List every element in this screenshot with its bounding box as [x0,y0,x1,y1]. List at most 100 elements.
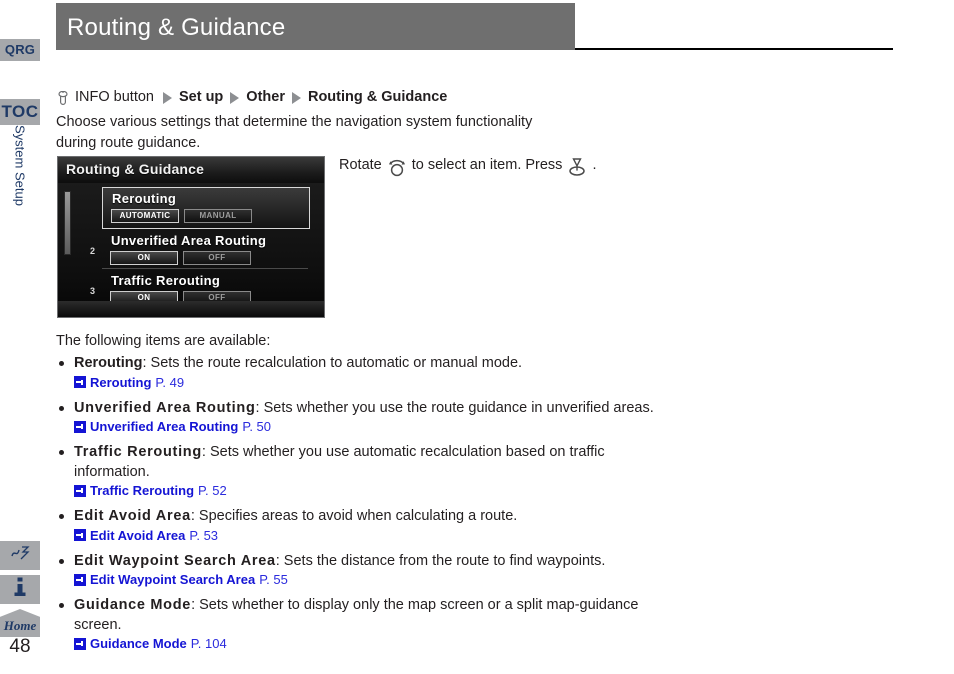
list-item: Edit Avoid Area: Specifies areas to avoi… [56,507,656,543]
jump-arrow-icon [74,637,86,650]
sidebar-tab-toc[interactable]: TOC [0,99,40,125]
cross-reference-page: P. 49 [155,374,185,390]
knob-rotate-icon [386,157,408,177]
list-item-text: Guidance Mode: Sets whether to display o… [74,596,656,635]
list-item: Unverified Area Routing: Sets whether yo… [56,399,656,434]
page-title-bar: Routing & Guidance [56,3,575,50]
list-item-term: Rerouting [74,355,143,371]
cross-reference-link[interactable]: Guidance Mode P. 104 [74,636,656,651]
rotate-hint-part2: to select an item. Press [411,157,563,173]
rotate-hint-part3: . [592,157,597,173]
intro-paragraph: Choose various settings that determine t… [56,114,533,151]
list-intro: The following items are available: [56,333,271,349]
nav-scrollbar[interactable] [64,191,71,255]
cross-reference-link[interactable]: Unverified Area Routing P. 50 [74,419,656,434]
voice-command-icon [9,544,31,567]
nav-toggle-button[interactable]: OFF [183,251,251,265]
list-item-text: Traffic Rerouting: Sets whether you use … [74,443,656,482]
cross-reference-link[interactable]: Rerouting P. 49 [74,375,656,390]
breadcrumb: INFO button Set up Other Routing & Guida… [56,89,447,105]
nav-toggle-group: AUTOMATIC MANUAL [111,209,252,223]
list-item-description: : Sets the route recalculation to automa… [142,355,523,371]
sidebar-tab-toc-label: TOC [1,102,39,121]
nav-list-item[interactable]: Rerouting AUTOMATIC MANUAL [102,187,310,229]
cross-reference-label: Edit Avoid Area [90,527,186,543]
cross-reference-label: Rerouting [90,374,152,390]
cross-reference-link[interactable]: Edit Waypoint Search Area P. 55 [74,572,656,587]
list-item: Edit Waypoint Search Area: Sets the dist… [56,552,656,587]
sidebar-tab-home[interactable]: Home [0,609,40,637]
bullet-icon [59,558,64,564]
nav-screen-footer [58,301,324,317]
cross-reference-link[interactable]: Traffic Rerouting P. 52 [74,483,656,498]
bullet-icon [59,361,64,366]
sidebar-tab-qrg[interactable]: QRG [0,39,40,61]
section-label-vertical: System Setup [0,125,40,235]
knob-press-icon [566,157,588,177]
page-title: Routing & Guidance [67,14,286,41]
list-item-text: Edit Waypoint Search Area: Sets the dist… [74,552,656,572]
cross-reference-page: P. 55 [259,572,288,587]
jump-arrow-icon [74,484,86,497]
list-item: Traffic Rerouting: Sets whether you use … [56,443,656,498]
nav-toggle-button[interactable]: MANUAL [184,209,252,223]
bullet-icon [59,450,64,455]
navigation-screenshot: Routing & Guidance Rerouting AUTOMATIC M… [57,156,325,318]
breadcrumb-item-info-button[interactable]: INFO button [75,89,154,105]
nav-toggle-button[interactable]: ON [110,251,178,265]
home-icon: Home [0,609,40,637]
cross-reference-label: Traffic Rerouting [90,483,195,498]
list-item-text: Edit Avoid Area: Specifies areas to avoi… [74,507,656,527]
rotate-press-instruction: Rotate to select an item. Press . [339,155,597,177]
list-item-term: Traffic Rerouting [74,444,202,460]
jump-arrow-icon [74,573,86,586]
title-rule [575,48,893,50]
nav-screen-title: Routing & Guidance [66,161,205,177]
cross-reference-label: Edit Waypoint Search Area [90,572,256,587]
list-item-term: Guidance Mode [74,597,192,613]
nav-row-label: Traffic Rerouting [111,273,221,288]
nav-row-number: 2 [90,246,96,256]
sidebar-tab-voice-command[interactable] [0,541,40,570]
list-item-term: Unverified Area Routing [74,399,256,416]
nav-screen-header: Routing & Guidance [58,157,324,183]
list-item: Guidance Mode: Sets whether to display o… [56,596,656,651]
sidebar-tab-home-label: Home [3,618,37,633]
list-item-term: Edit Avoid Area [74,508,191,524]
sidebar-tab-information[interactable] [0,575,40,604]
bullet-icon [59,603,64,608]
jump-arrow-icon [74,376,86,388]
nav-screen-body: Rerouting AUTOMATIC MANUAL 2 Unverified … [58,183,324,317]
page-number: 48 [9,636,31,657]
nav-row-number: 3 [90,286,96,296]
nav-toggle-group: ON OFF [110,251,251,265]
cross-reference-page: P. 104 [190,636,227,651]
sidebar: QRG TOC System Setup Home 48 [0,0,42,674]
chevron-right-icon [230,92,240,104]
cross-reference-page: P. 52 [198,483,227,498]
cross-reference-link[interactable]: Edit Avoid Area P. 53 [74,528,656,543]
jump-arrow-icon [74,529,86,541]
breadcrumb-item-other[interactable]: Other [246,89,285,105]
cross-reference-page: P. 50 [242,419,272,434]
breadcrumb-item-routing-guidance[interactable]: Routing & Guidance [308,89,447,105]
sidebar-tab-qrg-label: QRG [4,42,36,57]
bullet-icon [59,405,64,411]
list-item-term: Edit Waypoint Search Area [74,552,276,569]
section-label-text: System Setup [12,125,28,206]
nav-toggle-button[interactable]: AUTOMATIC [111,209,179,223]
list-item-text: Rerouting: Sets the route recalculation … [74,354,656,374]
cross-reference-label: Guidance Mode [90,636,187,651]
jump-arrow-icon [74,420,86,433]
rotate-hint-part1: Rotate [339,157,382,173]
cross-reference-label: Unverified Area Routing [90,419,239,434]
bullet-icon [59,514,64,519]
nav-list-item[interactable]: 2 Unverified Area Routing ON OFF [90,230,308,269]
list-item: Rerouting: Sets the route recalculation … [56,354,656,390]
list-item-text: Unverified Area Routing: Sets whether yo… [74,399,656,419]
list-item-description: : Sets the distance from the route to fi… [275,552,606,569]
list-item-description: : Specifies areas to avoid when calculat… [190,508,518,524]
information-icon [13,577,27,602]
breadcrumb-item-set-up[interactable]: Set up [179,89,223,105]
knob-button-icon [56,90,70,107]
